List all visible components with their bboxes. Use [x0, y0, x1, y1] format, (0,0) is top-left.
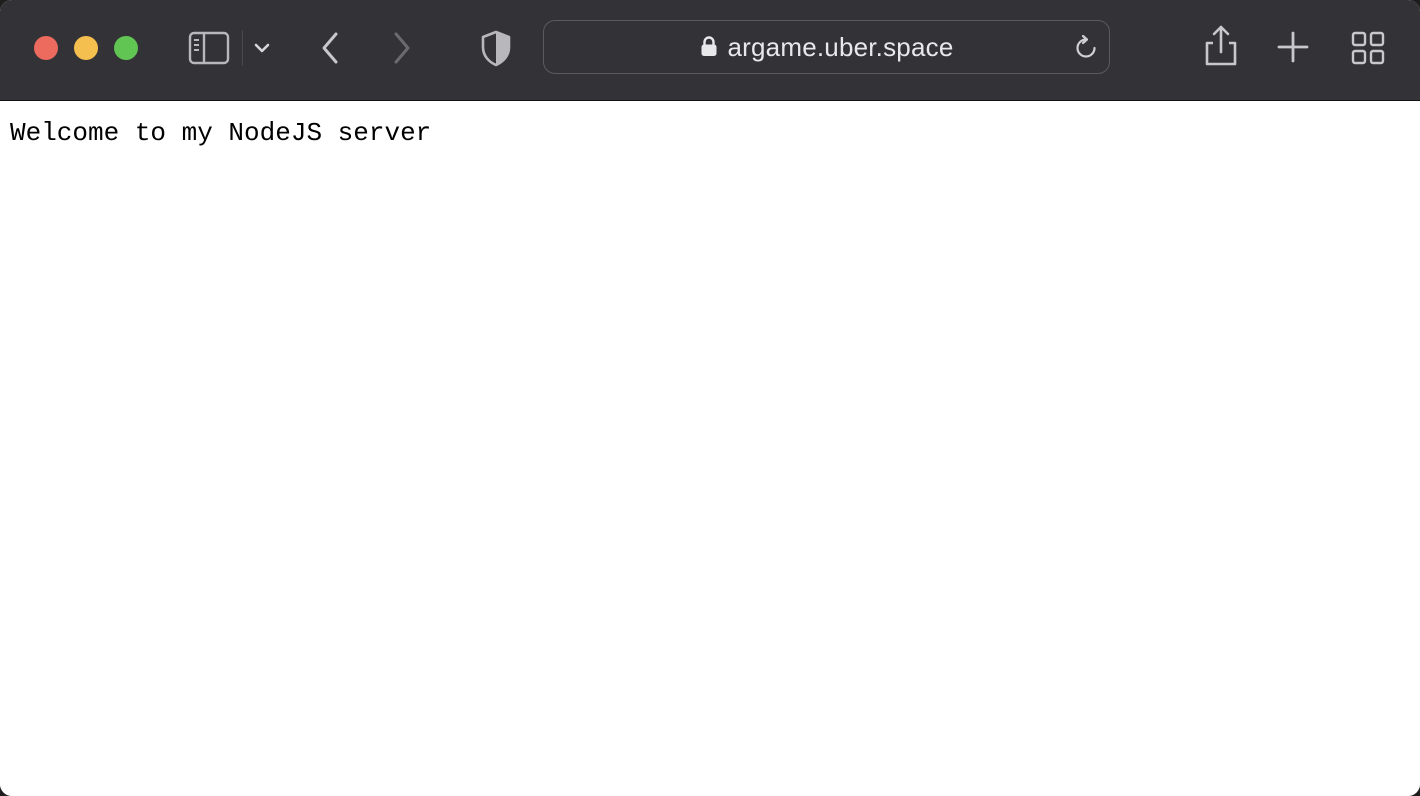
url-text[interactable]: argame.uber.space — [728, 32, 954, 63]
grid-icon[interactable] — [1350, 30, 1386, 66]
share-icon[interactable] — [1202, 24, 1240, 68]
maximize-window-button[interactable] — [114, 36, 138, 60]
address-bar-content: argame.uber.space — [544, 21, 1109, 73]
close-window-button[interactable] — [34, 36, 58, 60]
chevron-left-icon[interactable] — [316, 30, 344, 66]
shield-icon[interactable] — [478, 29, 514, 67]
lock-icon — [700, 35, 718, 57]
address-bar[interactable]: argame.uber.space — [543, 20, 1110, 74]
minimize-window-button[interactable] — [74, 36, 98, 60]
browser-toolbar: argame.uber.space — [0, 0, 1420, 101]
plus-icon[interactable] — [1276, 30, 1310, 64]
reload-icon[interactable] — [1072, 34, 1100, 62]
sidebar-icon[interactable] — [188, 31, 230, 65]
page-body-text: Welcome to my NodeJS server — [10, 118, 432, 148]
toolbar-divider — [242, 30, 243, 66]
chevron-right-icon[interactable] — [388, 30, 416, 66]
chevron-down-icon[interactable] — [252, 38, 272, 58]
browser-window: argame.uber.space Welcome to my NodeJS s… — [0, 0, 1420, 796]
page-content: Welcome to my NodeJS server — [0, 101, 1420, 796]
